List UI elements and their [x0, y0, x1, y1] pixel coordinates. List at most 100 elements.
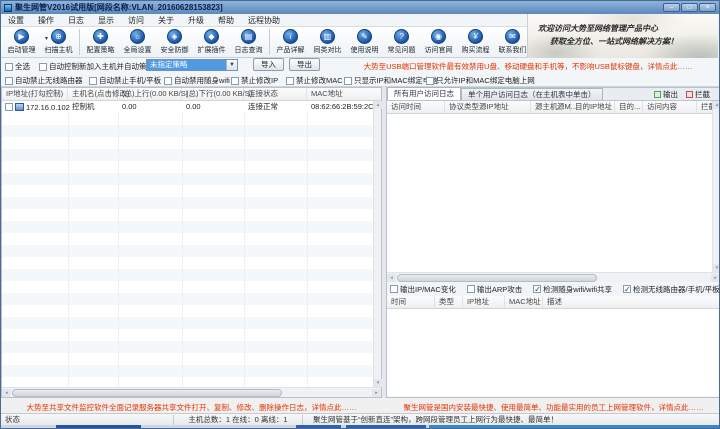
toolbar-button[interactable]: ⊕扫描主机	[40, 29, 77, 55]
column-header[interactable]: 源主机	[531, 101, 553, 113]
column-header[interactable]: 连接状态	[244, 88, 307, 100]
toolbar-button[interactable]: ✎使用说明	[346, 29, 383, 55]
column-header[interactable]: MAC地址	[505, 296, 543, 308]
menu-item[interactable]: 访问	[121, 15, 151, 26]
column-header[interactable]: 协议类型	[445, 101, 475, 113]
import-button[interactable]: 导入	[253, 58, 284, 71]
toolbar-button[interactable]: ◈安全防御	[156, 29, 193, 55]
policy-dropdown[interactable]: 未指定策略 ▼	[146, 59, 238, 71]
tab-single-user-log[interactable]: 单个用户访问日志（在主机表中单击）	[461, 88, 603, 100]
column-header[interactable]: 源M...	[553, 101, 571, 113]
column-header[interactable]: (总)上行(0.00 KB/S)	[118, 88, 182, 100]
menu-item[interactable]: 设置	[1, 15, 31, 26]
scroll-up-icon[interactable]: ▴	[713, 101, 720, 109]
toolbar-button[interactable]: ✚配置策略	[82, 29, 119, 55]
checkbox-box[interactable]	[390, 285, 398, 293]
column-header[interactable]: 时间	[387, 296, 435, 308]
scroll-right-icon[interactable]: ▸	[372, 389, 381, 397]
toolbar-button[interactable]: ¥购买流程	[457, 29, 494, 55]
scroll-down-icon[interactable]: ▾	[713, 264, 720, 272]
promo-banner[interactable]: 欢迎访问大势至网络管理产品中心 获取全方位、一站式网络解决方案！	[527, 14, 718, 58]
log-vertical-scrollbar[interactable]: ▴ ▾	[712, 101, 720, 272]
menu-item[interactable]: 远程协助	[241, 15, 287, 26]
auto-option-checkbox[interactable]: 禁止修改MAC	[286, 75, 343, 86]
checkbox-box[interactable]	[623, 285, 631, 293]
toolbar-button[interactable]: ▶启动管理	[3, 29, 40, 55]
menu-item[interactable]: 关于	[151, 15, 181, 26]
menu-item[interactable]: 操作	[31, 15, 61, 26]
scroll-right-icon[interactable]: ▸	[711, 274, 720, 282]
checkbox-box[interactable]	[231, 77, 239, 85]
netmanager-promo-link[interactable]: 聚生网管是国内安装最快捷、使用最简单、功能最实用的员工上网管理软件，详情点此……	[386, 402, 720, 413]
column-header[interactable]: 访问时间	[387, 101, 445, 113]
toolbar-button[interactable]: ◉访问官网	[420, 29, 457, 55]
toolbar-button[interactable]: ☼全局设置	[119, 29, 156, 55]
scroll-down-icon[interactable]: ▾	[374, 379, 382, 387]
column-header[interactable]: (总)下行(0.00 KB/S)	[182, 88, 244, 100]
scroll-left-icon[interactable]: ◂	[387, 274, 396, 282]
checkbox-box[interactable]	[344, 77, 352, 85]
usb-promo-link[interactable]: 大势至USB端口管理软件最有效禁用U盘、移动硬盘和手机等，不影响USB鼠标键盘，…	[341, 61, 715, 72]
select-all-checkbox[interactable]: 全选	[5, 61, 30, 72]
toolbar-button[interactable]: ▤日志查询	[230, 29, 267, 55]
checkbox-box[interactable]	[467, 285, 475, 293]
hosts-vertical-scrollbar[interactable]: ▴ ▾	[373, 101, 381, 387]
host-checkbox[interactable]	[5, 103, 13, 111]
auto-option-checkbox[interactable]: 只显示IP和MAC绑定电脑	[344, 75, 438, 86]
hosts-horizontal-scrollbar[interactable]: ◂ ▸	[2, 387, 381, 397]
checkbox-box[interactable]	[89, 77, 97, 85]
checkbox-box[interactable]	[286, 77, 294, 85]
scroll-up-icon[interactable]: ▴	[374, 101, 382, 109]
column-header[interactable]: MAC地址	[307, 88, 383, 100]
scroll-left-icon[interactable]: ◂	[2, 389, 11, 397]
column-header[interactable]: 描述	[543, 296, 720, 308]
chevron-down-icon[interactable]: ▼	[226, 60, 237, 70]
alert-option-checkbox[interactable]: 检测随身wifi/wifi共享	[533, 284, 612, 295]
checkbox-box[interactable]	[39, 63, 47, 71]
column-header[interactable]: 访问内容	[643, 101, 697, 113]
toolbar-button[interactable]: ◆扩展插件	[193, 29, 230, 55]
column-header[interactable]: 目的...	[615, 101, 643, 113]
checkbox-box[interactable]	[164, 77, 172, 85]
toolbar-button[interactable]: ✉联系我们	[494, 29, 531, 55]
column-header[interactable]: IP地址	[463, 296, 505, 308]
chevron-down-icon[interactable]: ▾	[45, 35, 48, 42]
alert-option-checkbox[interactable]: 检测无线路由器/手机/平板	[623, 284, 720, 295]
maximize-button[interactable]: □	[681, 3, 698, 12]
scrollbar-thumb[interactable]	[12, 389, 282, 397]
auto-option-checkbox[interactable]: 自动禁用随身wifi	[164, 75, 230, 86]
toolbar-button[interactable]: i产品详解	[272, 29, 309, 55]
menu-item[interactable]: 帮助	[211, 15, 241, 26]
column-header[interactable]: 源IP地址	[475, 101, 531, 113]
menu-item[interactable]: 日志	[61, 15, 91, 26]
auto-policy-checkbox[interactable]: 自动控制新加入主机并自动策略	[39, 61, 154, 72]
column-header[interactable]: 类型	[435, 296, 463, 308]
host-name[interactable]: 控制机	[68, 101, 118, 113]
auto-option-checkbox[interactable]: 只允许IP和MAC绑定电脑上网	[426, 75, 535, 86]
share-monitor-promo-link[interactable]: 大势至共享文件监控软件全面记录服务器共享文件打开、复制、修改、删除操作日志，详情…	[1, 402, 382, 413]
auto-option-checkbox[interactable]: 自动禁止无线路由器	[5, 75, 83, 86]
column-header[interactable]: 主机名(点击修改)	[68, 88, 118, 100]
tab-all-users-log[interactable]: 所有用户访问日志	[387, 87, 461, 100]
checkbox-box[interactable]	[5, 63, 13, 71]
toolbar-button[interactable]: ▥同类对比	[309, 29, 346, 55]
scrollbar-thumb[interactable]	[397, 274, 597, 282]
export-button[interactable]: 导出	[289, 58, 320, 71]
checkbox-box[interactable]	[426, 77, 434, 85]
alert-option-checkbox[interactable]: 输出ARP攻击	[467, 284, 522, 295]
column-header[interactable]: 目的IP地址	[571, 101, 615, 113]
minimize-button[interactable]: –	[663, 3, 680, 12]
menu-item[interactable]: 升级	[181, 15, 211, 26]
column-header[interactable]: IP地址(打勾控制)	[2, 88, 68, 100]
toolbar-button[interactable]: ?常见问题	[383, 29, 420, 55]
close-button[interactable]: ×	[699, 3, 716, 12]
menu-item[interactable]: 显示	[91, 15, 121, 26]
auto-option-checkbox[interactable]: 禁止修改IP	[231, 75, 278, 86]
checkbox-box[interactable]	[5, 77, 13, 85]
auto-option-checkbox[interactable]: 自动禁止手机/平板	[89, 75, 161, 86]
alert-option-checkbox[interactable]: 输出IP/MAC变化	[390, 284, 456, 295]
checkbox-box[interactable]	[533, 285, 541, 293]
alert-options-bar: 输出IP/MAC变化输出ARP攻击检测随身wifi/wifi共享检测无线路由器/…	[387, 282, 720, 296]
host-row[interactable]: 172.16.0.102 控制机 0.00 0.00 连接正常 08:62:66…	[2, 101, 381, 113]
log-horizontal-scrollbar[interactable]: ◂ ▸	[387, 272, 720, 282]
